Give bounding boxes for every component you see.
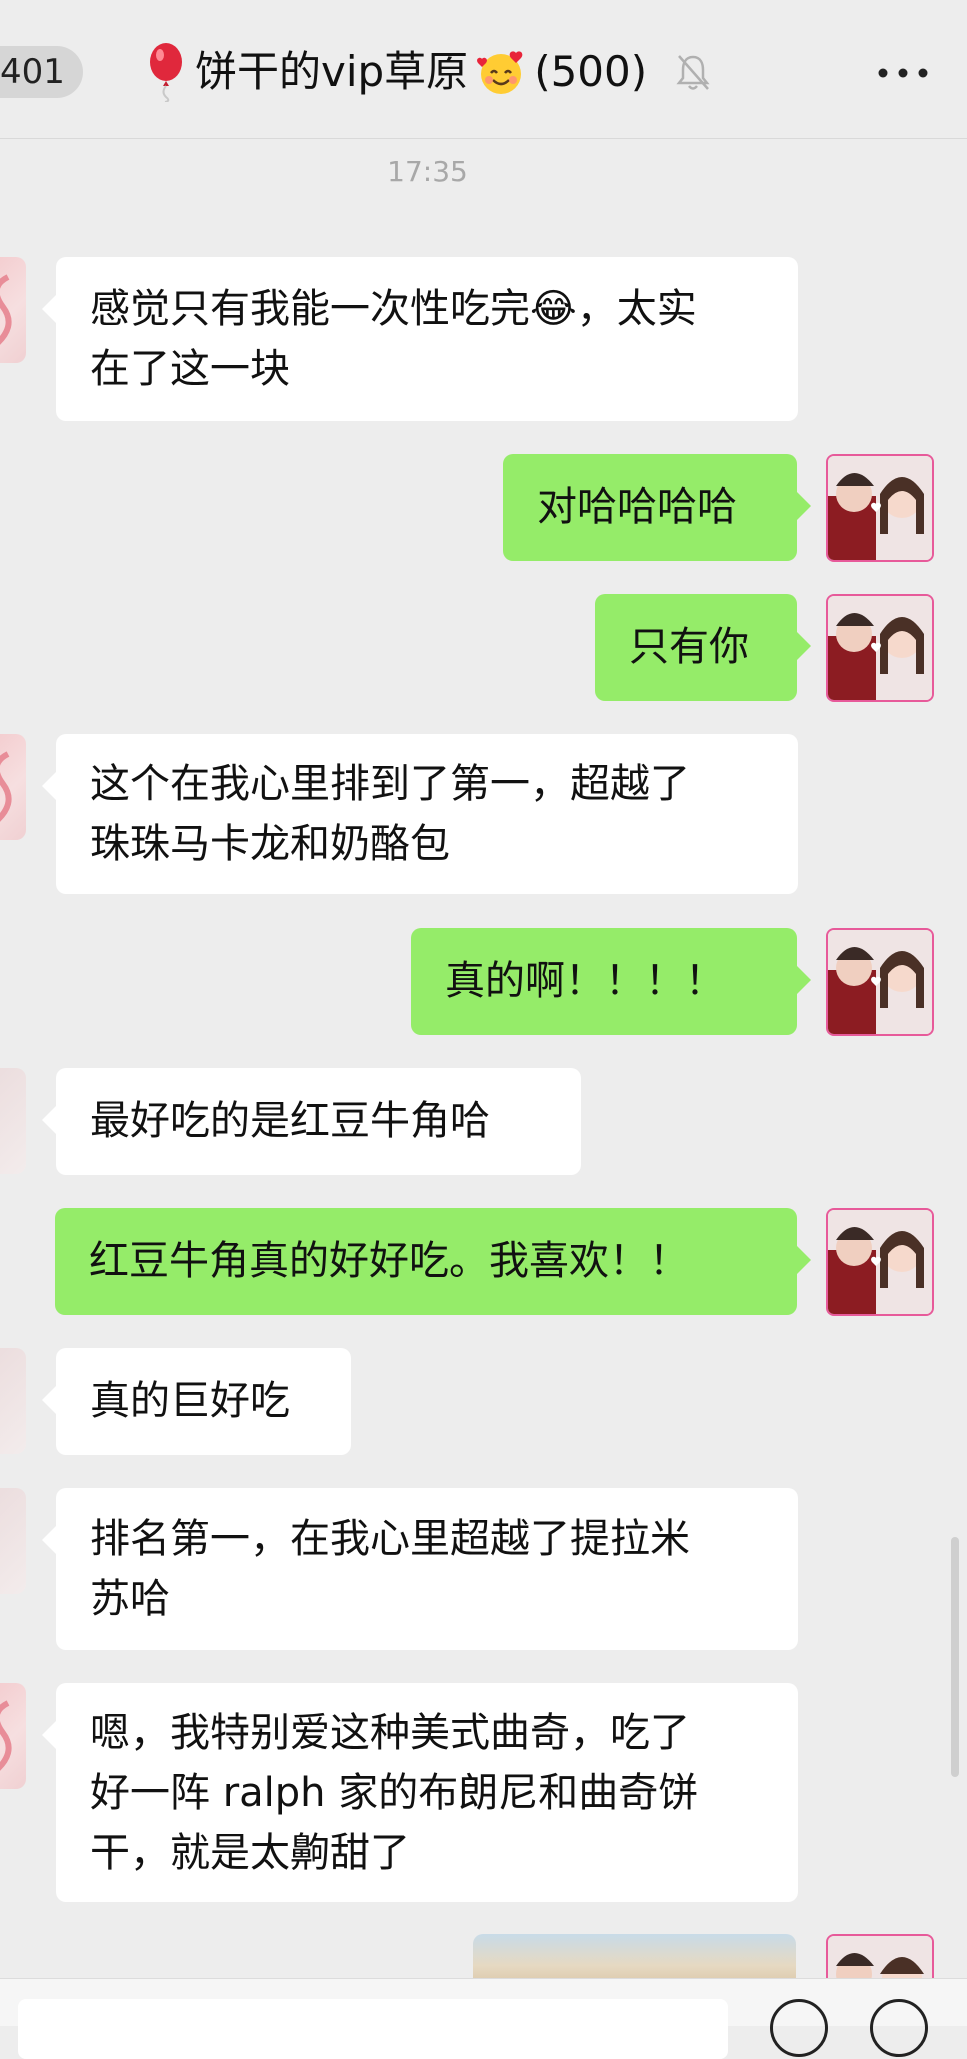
sender-avatar[interactable]: [0, 734, 26, 840]
sender-avatar[interactable]: [0, 1068, 26, 1174]
my-avatar[interactable]: [826, 594, 934, 702]
message-input-bar: [0, 1978, 967, 2059]
sender-avatar[interactable]: [0, 257, 26, 363]
message-bubble-received[interactable]: 真的巨好吃: [42, 1348, 351, 1455]
message-bubble-received[interactable]: 排名第一，在我心里超越了提拉米 苏哈: [42, 1488, 798, 1650]
message-bubble-received[interactable]: 最好吃的是红豆牛角哈: [42, 1068, 581, 1175]
chat-title: 饼干的vip草原 (500): [145, 40, 711, 104]
my-avatar[interactable]: [826, 1934, 934, 1978]
back-button-unread-badge[interactable]: 401: [0, 46, 83, 98]
sender-avatar[interactable]: [0, 1348, 26, 1454]
my-avatar[interactable]: [826, 928, 934, 1036]
my-avatar[interactable]: [826, 1208, 934, 1316]
more-dots-icon[interactable]: [873, 58, 933, 88]
add-more-button[interactable]: [870, 1999, 928, 2057]
red-balloon-icon: [150, 43, 182, 102]
chat-scrollbar[interactable]: [951, 1537, 959, 1777]
message-bubble-sent[interactable]: 只有你: [595, 594, 811, 701]
chat-header: 401 饼干的vip草原 (500): [0, 0, 967, 139]
message-bubble-received[interactable]: 感觉只有我能一次性吃完😂，太实 在了这一块: [42, 257, 798, 421]
message-bubble-sent[interactable]: 真的啊！！！！: [411, 928, 811, 1035]
message-bubble-sent[interactable]: 红豆牛角真的好好吃。我喜欢！！: [55, 1208, 811, 1315]
my-avatar[interactable]: [826, 454, 934, 562]
bell-muted-icon: [676, 55, 710, 90]
message-bubble-sent[interactable]: 对哈哈哈哈: [503, 454, 811, 561]
message-bubble-received[interactable]: 嗯，我特别爱这种美式曲奇，吃了 好一阵 ralph 家的布朗尼和曲奇饼 干，就是…: [42, 1683, 798, 1902]
message-timestamp: 17:35: [387, 155, 468, 188]
group-name: 饼干的vip草原: [195, 47, 469, 96]
message-bubble-received[interactable]: 这个在我心里排到了第一，超越了 珠珠马卡龙和奶酪包: [42, 734, 798, 894]
member-count: (500): [534, 47, 648, 96]
sender-avatar[interactable]: [0, 1683, 26, 1789]
smiling-face-with-hearts-emoji: [477, 51, 523, 94]
sender-avatar[interactable]: [0, 1488, 26, 1594]
emoji-button[interactable]: [770, 1999, 828, 2057]
message-input-field[interactable]: [18, 1999, 728, 2059]
